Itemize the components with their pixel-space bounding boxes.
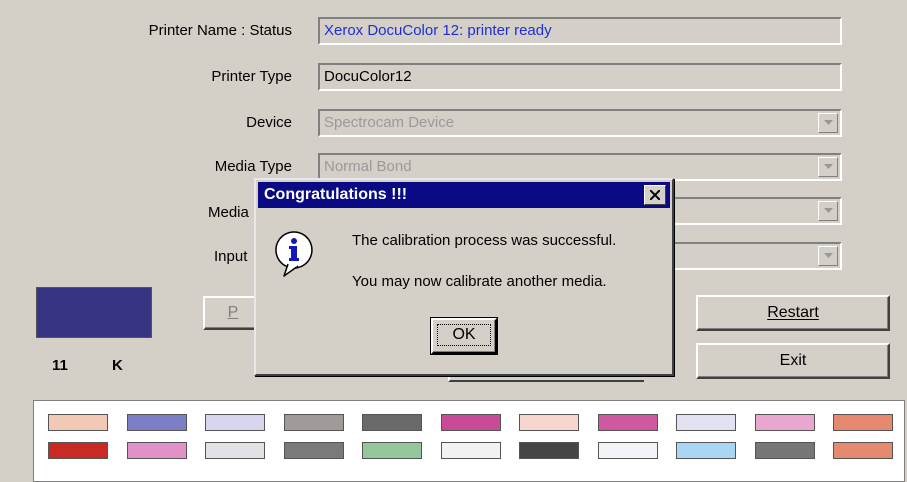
congratulations-dialog: Congratulations !!! The calibration proc…: [254, 178, 674, 376]
dialog-message-2: You may now calibrate another media.: [352, 273, 607, 290]
info-icon: [275, 231, 313, 277]
device-select[interactable]: Spectrocam Device: [318, 109, 842, 137]
device-value: Spectrocam Device: [324, 114, 455, 131]
printer-type-label: Printer Type: [211, 68, 292, 85]
color-swatch-grid: [33, 400, 905, 482]
color-swatch[interactable]: [519, 414, 579, 431]
color-swatch[interactable]: [597, 442, 658, 459]
ok-focus-ring: OK: [437, 324, 491, 346]
printer-type-field: DocuColor12: [318, 63, 842, 91]
ok-button-label: OK: [452, 326, 476, 343]
chevron-down-icon[interactable]: [818, 246, 838, 266]
indicator-number: 11: [52, 357, 68, 374]
color-swatch[interactable]: [362, 442, 422, 459]
color-swatch[interactable]: [754, 414, 815, 431]
color-swatch[interactable]: [597, 414, 658, 431]
dialog-title-bar[interactable]: Congratulations !!!: [258, 182, 670, 208]
color-swatch[interactable]: [205, 414, 265, 431]
media-label: Media: [208, 204, 249, 221]
restart-button[interactable]: Restart: [696, 295, 890, 331]
color-swatch[interactable]: [440, 414, 501, 431]
color-swatch[interactable]: [676, 442, 736, 459]
chevron-down-icon[interactable]: [818, 201, 838, 221]
media-type-select[interactable]: Normal Bond: [318, 153, 842, 181]
media-type-label: Media Type: [214, 158, 292, 175]
restart-button-label: Restart: [767, 304, 819, 321]
printer-name-label: Printer Name : Status: [148, 22, 292, 39]
color-swatch[interactable]: [440, 442, 501, 459]
color-swatch[interactable]: [205, 442, 265, 459]
exit-button-label: Exit: [779, 352, 807, 369]
color-swatch[interactable]: [283, 442, 344, 459]
input-label: Input: [214, 248, 248, 265]
dialog-message-1: The calibration process was successful.: [352, 232, 617, 249]
close-icon: [650, 190, 660, 200]
dialog-title: Congratulations !!!: [264, 186, 408, 203]
color-swatch[interactable]: [283, 414, 344, 431]
color-swatch[interactable]: [48, 414, 108, 431]
color-swatch[interactable]: [126, 442, 187, 459]
color-swatch[interactable]: [833, 442, 893, 459]
color-indicator: [36, 287, 152, 338]
chevron-down-icon[interactable]: [818, 157, 838, 177]
color-swatch[interactable]: [362, 414, 422, 431]
color-swatch[interactable]: [754, 442, 815, 459]
chevron-down-icon[interactable]: [818, 113, 838, 133]
device-label: Device: [246, 114, 292, 131]
ok-button[interactable]: OK: [430, 317, 498, 355]
exit-button[interactable]: Exit: [696, 343, 890, 379]
color-swatch[interactable]: [519, 442, 579, 459]
color-swatch[interactable]: [676, 414, 736, 431]
color-swatch[interactable]: [126, 414, 187, 431]
color-swatch[interactable]: [48, 442, 108, 459]
printer-name-field: Xerox DocuColor 12: printer ready: [318, 17, 842, 45]
partial-button-label: P: [227, 304, 239, 321]
indicator-letter: K: [112, 357, 123, 374]
close-button[interactable]: [644, 185, 666, 205]
media-type-value: Normal Bond: [324, 158, 412, 175]
color-swatch[interactable]: [833, 414, 893, 431]
